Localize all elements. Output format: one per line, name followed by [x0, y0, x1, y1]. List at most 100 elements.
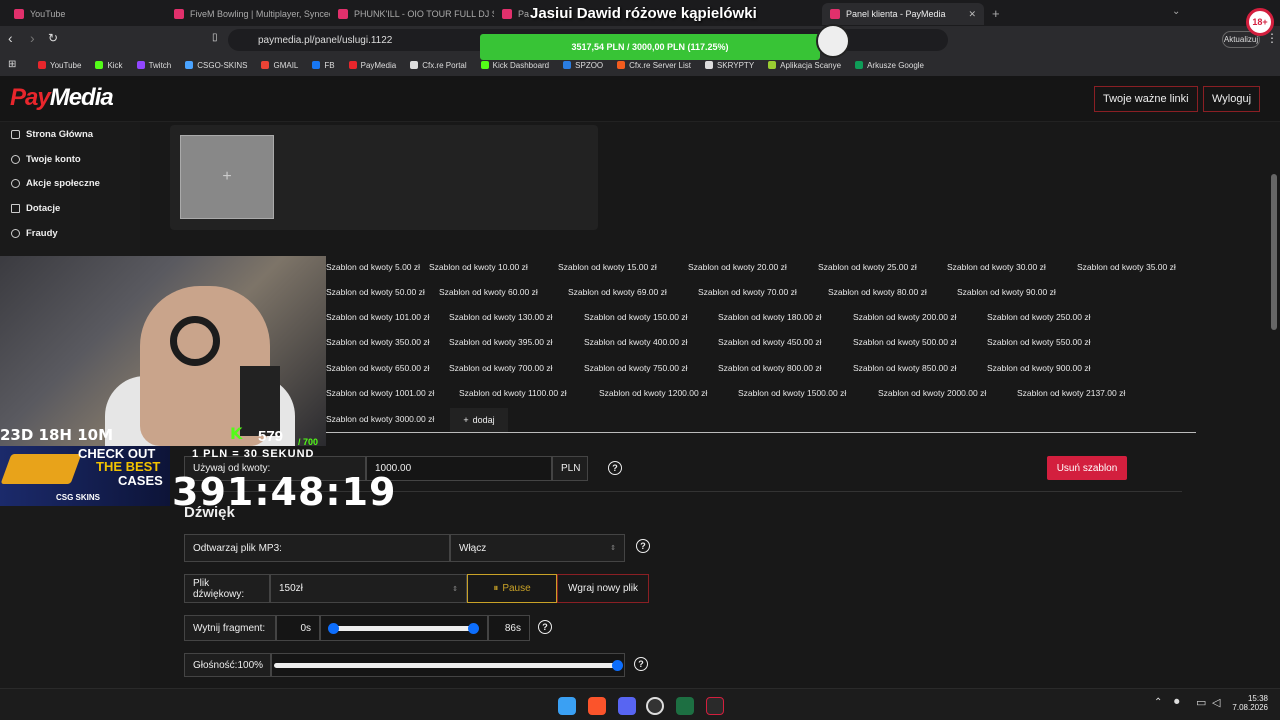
obs-icon[interactable]: [646, 697, 664, 715]
delete-template-button[interactable]: Usuń szablon: [1047, 456, 1127, 480]
bookmark-paymedia[interactable]: PayMedia: [348, 61, 396, 70]
tab-paymedia[interactable]: Panel klienta - PayMedia ✕: [822, 3, 984, 25]
logout-button[interactable]: Wyloguj: [1203, 86, 1261, 112]
bookmark-cfx-server-list[interactable]: Cfx.re Server List: [617, 61, 691, 70]
template-item[interactable]: Szablon od kwoty 900.00 zł: [987, 363, 1090, 373]
bookmark-twitch[interactable]: Twitch: [136, 61, 171, 70]
template-item[interactable]: Szablon od kwoty 400.00 zł: [584, 337, 687, 347]
play-mp3-select[interactable]: Włącz ⇕: [450, 534, 625, 562]
paymedia-logo[interactable]: PayMedia: [10, 84, 114, 112]
trim-end-handle[interactable]: [468, 623, 479, 634]
template-item[interactable]: Szablon od kwoty 20.00 zł: [688, 262, 787, 272]
apps-grid-icon[interactable]: ⊞: [8, 59, 16, 70]
template-item[interactable]: Szablon od kwoty 15.00 zł: [558, 262, 657, 272]
help-icon[interactable]: ?: [608, 461, 622, 475]
template-item[interactable]: Szablon od kwoty 69.00 zł: [568, 287, 667, 297]
template-item[interactable]: Szablon od kwoty 1001.00 zł: [326, 388, 434, 398]
close-tab-icon[interactable]: ✕: [968, 9, 976, 20]
sidebar-item-account[interactable]: Twoje konto: [0, 147, 140, 172]
template-item[interactable]: Szablon od kwoty 35.00 zł: [1077, 262, 1176, 272]
template-item[interactable]: Szablon od kwoty 2000.00 zł: [878, 388, 986, 398]
template-item[interactable]: Szablon od kwoty 750.00 zł: [584, 363, 687, 373]
bookmark-spzoo[interactable]: SPZOO: [563, 61, 603, 70]
bookmark-cfx-portal[interactable]: Cfx.re Portal: [410, 61, 467, 70]
back-icon[interactable]: ‹: [8, 30, 13, 46]
terminal-app-icon[interactable]: [706, 697, 724, 715]
help-icon[interactable]: ?: [538, 620, 552, 634]
sidebar-item-donations[interactable]: Dotacje: [0, 196, 140, 221]
forward-icon[interactable]: ›: [30, 30, 35, 46]
template-item[interactable]: Szablon od kwoty 101.00 zł: [326, 312, 429, 322]
template-item[interactable]: Szablon od kwoty 80.00 zł: [828, 287, 927, 297]
template-item[interactable]: Szablon od kwoty 180.00 zł: [718, 312, 821, 322]
sidebar-item-home[interactable]: Strona Główna: [0, 122, 140, 147]
template-item[interactable]: Szablon od kwoty 3000.00 zł: [326, 414, 434, 424]
windows-start-icon[interactable]: [558, 697, 576, 715]
volume-handle[interactable]: [612, 660, 623, 671]
bookmark-csgo-skins[interactable]: CSGO-SKINS: [185, 61, 247, 70]
new-tab-icon[interactable]: +: [992, 6, 1000, 21]
template-item[interactable]: Szablon od kwoty 150.00 zł: [584, 312, 687, 322]
template-item[interactable]: Szablon od kwoty 1200.00 zł: [599, 388, 707, 398]
template-item[interactable]: Szablon od kwoty 70.00 zł: [698, 287, 797, 297]
discord-icon[interactable]: [618, 697, 636, 715]
tab-phunkill[interactable]: PHUNK'ILL - OIO TOUR FULL DJ SET: [330, 3, 494, 25]
volume-slider[interactable]: [271, 653, 625, 677]
excel-icon[interactable]: [676, 697, 694, 715]
add-image-button[interactable]: +: [180, 135, 274, 219]
template-item[interactable]: Szablon od kwoty 350.00 zł: [326, 337, 429, 347]
add-template-button[interactable]: + dodaj: [450, 408, 508, 432]
template-item[interactable]: Szablon od kwoty 450.00 zł: [718, 337, 821, 347]
network-icon[interactable]: ▭: [1196, 696, 1206, 709]
template-item[interactable]: Szablon od kwoty 850.00 zł: [853, 363, 956, 373]
template-item[interactable]: Szablon od kwoty 5.00 zł: [326, 262, 420, 272]
template-item[interactable]: Szablon od kwoty 130.00 zł: [449, 312, 552, 322]
important-links-button[interactable]: Twoje ważne linki: [1094, 86, 1198, 112]
bookmark-gmail[interactable]: GMAIL: [261, 61, 298, 70]
pause-button[interactable]: ⏸ Pause: [467, 574, 557, 603]
template-item[interactable]: Szablon od kwoty 60.00 zł: [439, 287, 538, 297]
chevron-up-icon[interactable]: ⌃: [1154, 697, 1162, 708]
template-item[interactable]: Szablon od kwoty 1500.00 zł: [738, 388, 846, 398]
template-item[interactable]: Szablon od kwoty 90.00 zł: [957, 287, 1056, 297]
template-item[interactable]: Szablon od kwoty 10.00 zł: [429, 262, 528, 272]
reload-icon[interactable]: ↻: [48, 31, 58, 45]
bookmark-icon[interactable]: ▯: [212, 32, 218, 43]
tab-youtube[interactable]: YouTube: [6, 3, 166, 25]
template-item[interactable]: Szablon od kwoty 800.00 zł: [718, 363, 821, 373]
bookmark-kick-dashboard[interactable]: Kick Dashboard: [480, 61, 549, 70]
template-item[interactable]: Szablon od kwoty 2137.00 zł: [1017, 388, 1125, 398]
template-item[interactable]: Szablon od kwoty 395.00 zł: [449, 337, 552, 347]
bookmark-youtube[interactable]: YouTube: [38, 61, 81, 70]
template-item[interactable]: Szablon od kwoty 200.00 zł: [853, 312, 956, 322]
template-item[interactable]: Szablon od kwoty 700.00 zł: [449, 363, 552, 373]
template-item[interactable]: Szablon od kwoty 30.00 zł: [947, 262, 1046, 272]
sidebar-item-social[interactable]: Akcje społeczne: [0, 171, 140, 196]
bookmark-skrypty[interactable]: SKRYPTY: [704, 61, 754, 70]
trim-start-handle[interactable]: [328, 623, 339, 634]
template-item[interactable]: Szablon od kwoty 25.00 zł: [818, 262, 917, 272]
clock[interactable]: 15:38 7.08.2026: [1232, 694, 1268, 712]
brave-browser-icon[interactable]: [588, 697, 606, 715]
template-item[interactable]: Szablon od kwoty 50.00 zł: [326, 287, 425, 297]
bookmark-fb[interactable]: FB: [312, 61, 335, 70]
help-icon[interactable]: ?: [636, 539, 650, 553]
template-item[interactable]: Szablon od kwoty 500.00 zł: [853, 337, 956, 347]
tab-fivem[interactable]: FiveM Bowling | Multiplayer, Synced,: [166, 3, 330, 25]
volume-icon[interactable]: ◁: [1212, 696, 1220, 709]
upload-file-button[interactable]: Wgraj nowy plik: [557, 574, 649, 603]
template-item[interactable]: Szablon od kwoty 1100.00 zł: [459, 388, 567, 398]
bookmark-kick[interactable]: Kick: [95, 61, 123, 70]
sound-file-select[interactable]: 150zł ⇕: [270, 574, 467, 603]
sidebar-item-frauds[interactable]: Fraudy: [0, 221, 140, 246]
page-scrollbar[interactable]: [1271, 174, 1277, 330]
template-item[interactable]: Szablon od kwoty 550.00 zł: [987, 337, 1090, 347]
chevron-down-icon[interactable]: ⌄: [1172, 6, 1180, 17]
bookmark-arkusze[interactable]: Arkusze Google: [855, 61, 924, 70]
help-icon[interactable]: ?: [634, 657, 648, 671]
template-item[interactable]: Szablon od kwoty 650.00 zł: [326, 363, 429, 373]
microphone-icon[interactable]: ⏺: [1174, 696, 1180, 709]
template-item[interactable]: Szablon od kwoty 250.00 zł: [987, 312, 1090, 322]
bookmark-scanye[interactable]: Aplikacja Scanye: [768, 61, 841, 70]
trim-slider[interactable]: [320, 615, 488, 641]
